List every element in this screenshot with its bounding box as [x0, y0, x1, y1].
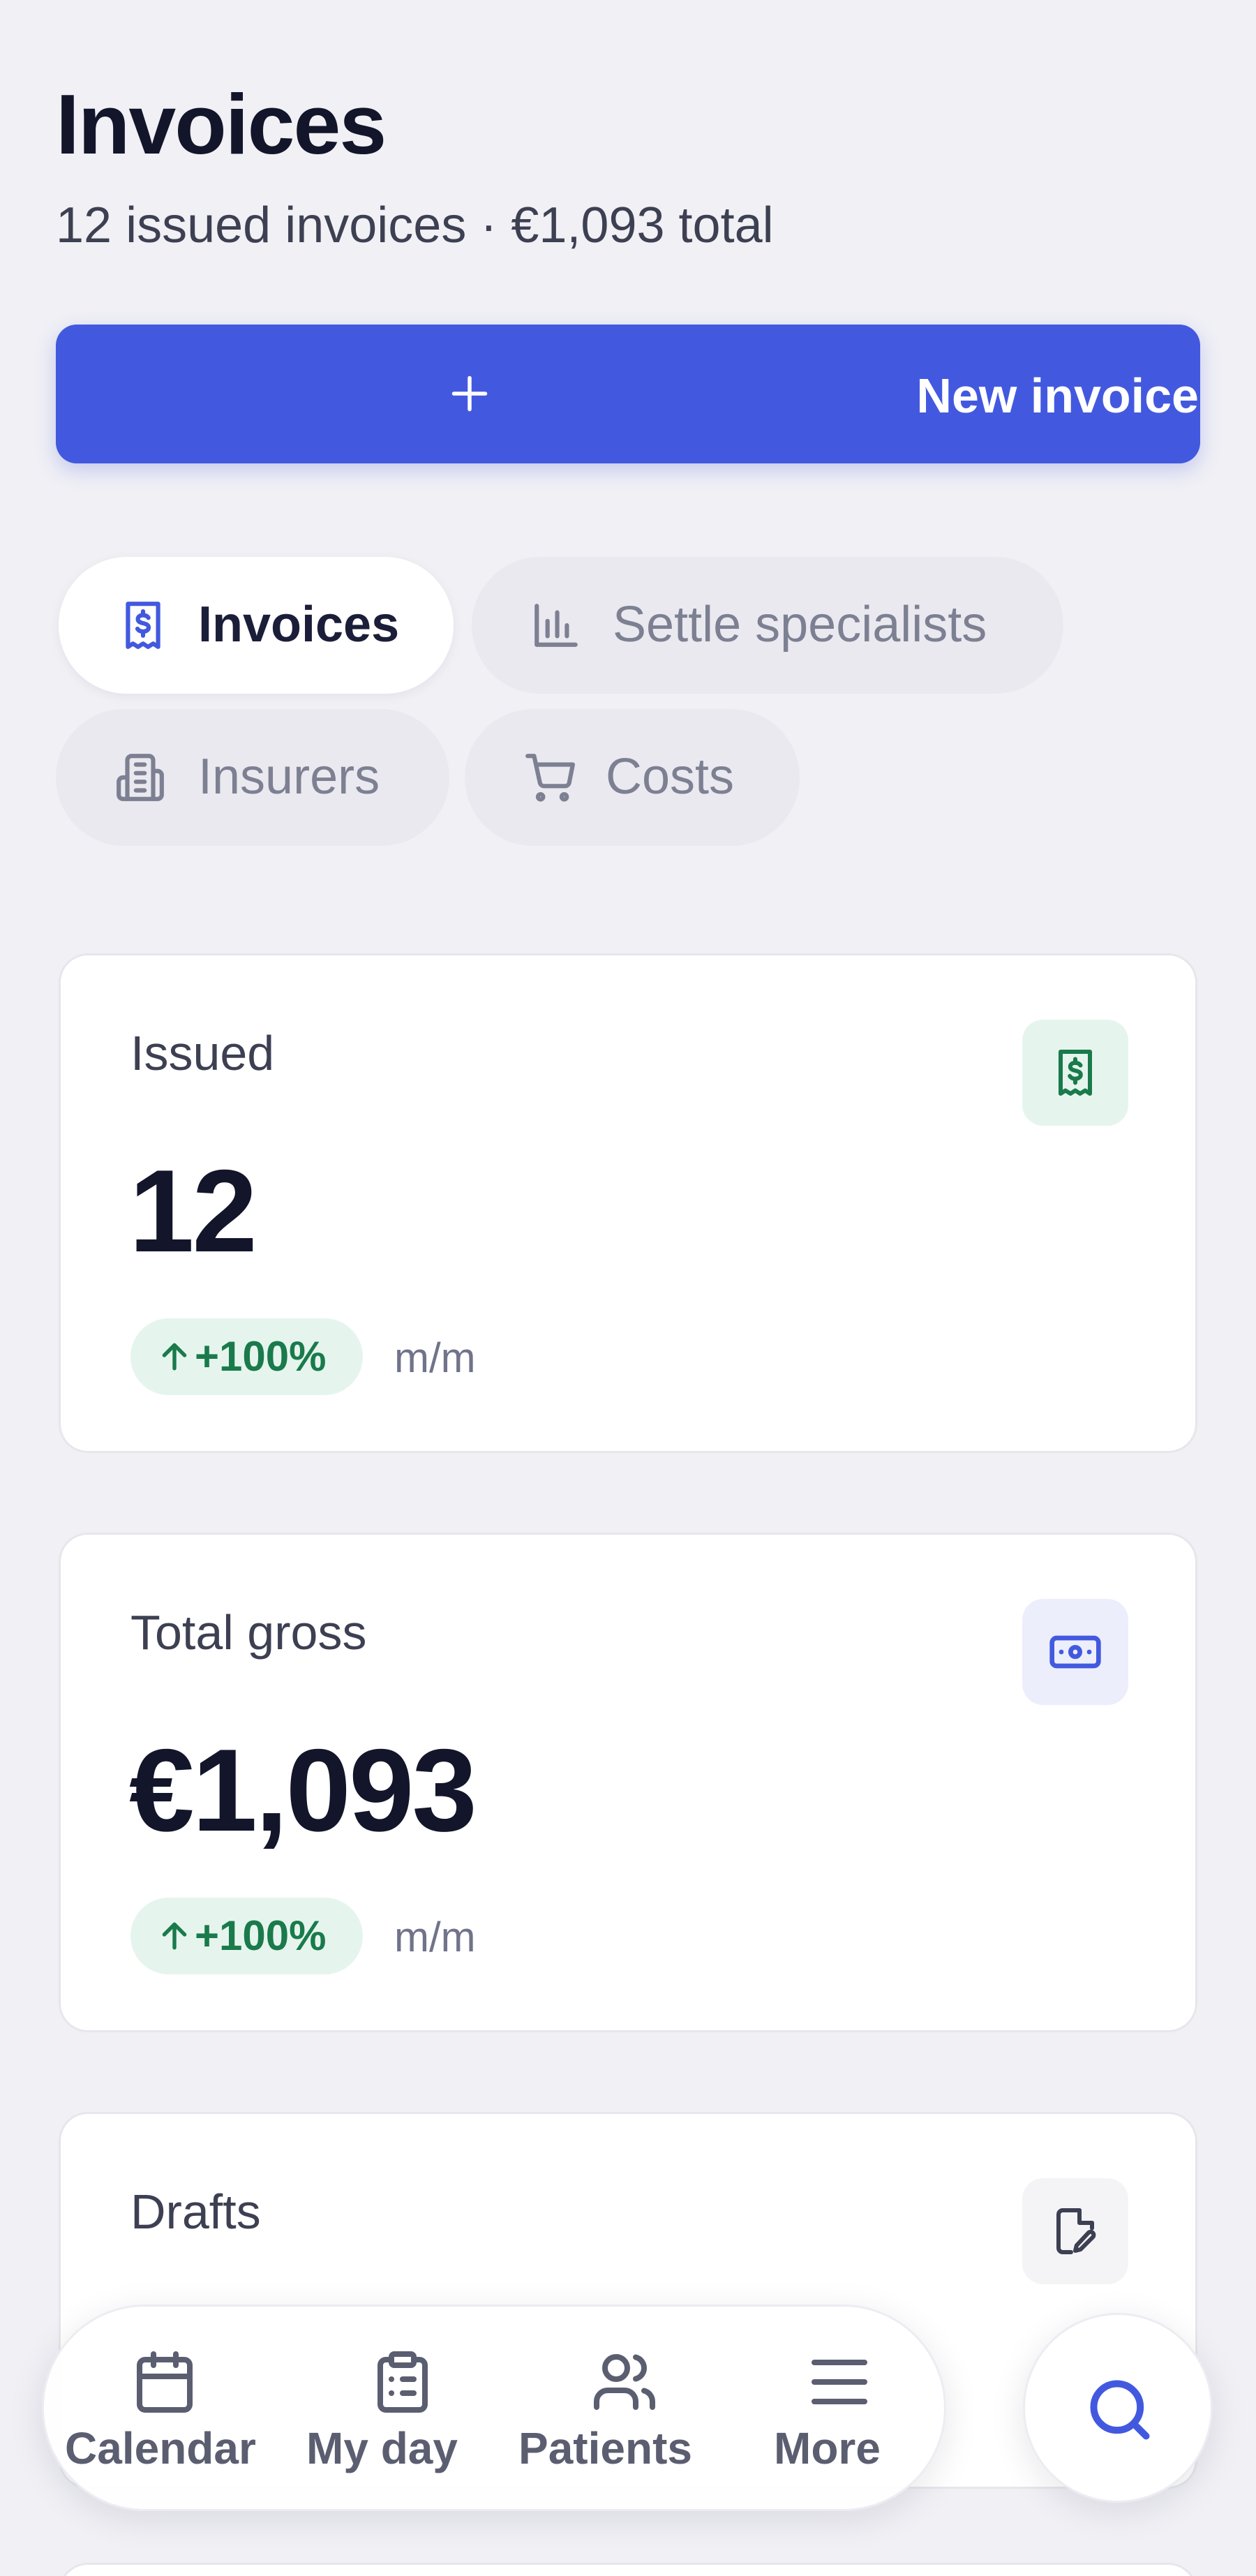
users-icon	[594, 2354, 655, 2410]
tab-settle-specialists[interactable]: Settle specialists	[472, 557, 1063, 694]
tab-costs-label: Costs	[606, 749, 735, 805]
calendar-icon	[137, 2351, 193, 2413]
stat-label: Total gross	[130, 1605, 367, 1660]
stat-label: Drafts	[130, 2184, 261, 2239]
change-value: +100%	[195, 1333, 327, 1380]
nav-label: Calendar	[65, 2423, 256, 2473]
stat-card-issued[interactable]: Issued 12 +100% m/m	[59, 953, 1197, 1453]
file-edit-icon	[1022, 2178, 1128, 2284]
stat-value: 12	[129, 1145, 257, 1276]
tab-settle-specialists-label: Settle specialists	[613, 597, 987, 653]
tab-insurers[interactable]: Insurers	[56, 709, 449, 846]
stat-value: €1,093	[129, 1725, 477, 1856]
building-icon	[117, 754, 164, 801]
tab-costs[interactable]: Costs	[465, 709, 800, 846]
nav-item-more[interactable]: More	[742, 2307, 923, 2513]
arrow-up-icon	[162, 1343, 187, 1371]
page-subtitle: 12 issued invoices · €1,093 total	[56, 198, 774, 253]
change-period: m/m	[394, 1914, 476, 1960]
plus-icon	[451, 375, 488, 412]
search-icon	[1090, 2380, 1150, 2440]
clipboard-icon	[377, 2351, 428, 2413]
bar-chart-icon	[534, 604, 578, 647]
tab-insurers-label: Insurers	[198, 749, 380, 805]
nav-label: More	[774, 2423, 881, 2473]
invoices-page: Invoices 12 issued invoices · €1,093 tot…	[0, 0, 1256, 2576]
receipt-icon	[126, 602, 160, 649]
nav-item-calendar[interactable]: Calendar	[44, 2307, 262, 2513]
search-button[interactable]	[1023, 2313, 1213, 2503]
nav-label: My day	[306, 2423, 458, 2473]
stat-card-total-gross[interactable]: Total gross €1,093 +100% m/m	[59, 1533, 1197, 2032]
bottom-nav: Calendar My day Patients More	[42, 2305, 946, 2511]
stat-card-next	[59, 2563, 1197, 2576]
arrow-up-icon	[162, 1922, 187, 1950]
receipt-icon	[1022, 1020, 1128, 1126]
new-invoice-label[interactable]: New invoice	[916, 368, 1199, 424]
change-period: m/m	[394, 1334, 476, 1381]
change-value: +100%	[195, 1912, 327, 1959]
stat-label: Issued	[130, 1026, 275, 1080]
menu-icon	[812, 2360, 867, 2404]
page-title: Invoices	[56, 77, 387, 172]
nav-item-my-day[interactable]: My day	[302, 2307, 504, 2513]
cart-icon	[525, 754, 575, 802]
banknote-icon	[1022, 1599, 1128, 1705]
tab-invoices-label: Invoices	[198, 597, 400, 653]
nav-label: Patients	[518, 2423, 692, 2473]
nav-item-patients[interactable]: Patients	[518, 2307, 728, 2513]
tab-invoices[interactable]: Invoices	[59, 557, 454, 694]
